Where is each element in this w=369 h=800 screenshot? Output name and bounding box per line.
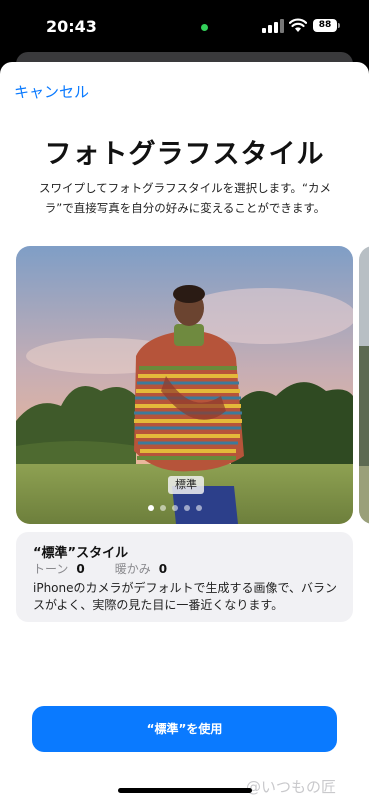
page-dot[interactable] <box>184 505 190 511</box>
camera-indicator-icon <box>201 24 208 31</box>
style-carousel[interactable]: 標準 <box>16 246 369 524</box>
battery-icon: 88 <box>313 19 340 32</box>
wifi-icon <box>289 18 307 32</box>
style-params: トーン 0 暖かみ 0 <box>33 560 167 577</box>
signal-icon <box>262 19 284 33</box>
warmth-value: 0 <box>158 562 168 576</box>
home-indicator <box>118 788 252 793</box>
page-dot[interactable] <box>148 505 154 511</box>
page-dot[interactable] <box>196 505 202 511</box>
cancel-button[interactable]: キャンセル <box>14 81 89 102</box>
page-dots[interactable] <box>148 505 208 513</box>
page-dot[interactable] <box>160 505 166 511</box>
sheet-description: スワイプしてフォトグラフスタイルを選択します。“カメラ”で直接写真を自分の好みに… <box>39 181 331 215</box>
watermark: @いつもの匠 <box>246 778 337 796</box>
use-style-button[interactable]: “標準”を使用 <box>32 706 337 752</box>
tone-label: トーン <box>33 562 69 576</box>
warmth-label: 暖かみ <box>114 562 151 576</box>
next-style-preview[interactable] <box>359 246 369 524</box>
style-preview-photo[interactable]: 標準 <box>16 246 353 524</box>
tone-value: 0 <box>76 562 85 576</box>
style-name: “標準”スタイル <box>33 546 129 561</box>
style-badge: 標準 <box>168 476 204 494</box>
page-title: フォトグラフスタイル <box>44 139 325 170</box>
status-bar: 20:43 88 <box>0 0 369 56</box>
style-info-card: “標準”スタイル トーン 0 暖かみ 0 iPhoneのカメラがデフォルトで生成する画… <box>16 532 353 622</box>
status-time: 20:43 <box>46 17 97 36</box>
style-description: iPhoneのカメラがデフォルトで生成する画像で、バランスがよく、実際の見た目に… <box>33 581 338 612</box>
page-dot[interactable] <box>172 505 178 511</box>
photographic-styles-sheet: キャンセル フォトグラフスタイル スワイプしてフォトグラフスタイルを選択します。… <box>0 62 369 800</box>
